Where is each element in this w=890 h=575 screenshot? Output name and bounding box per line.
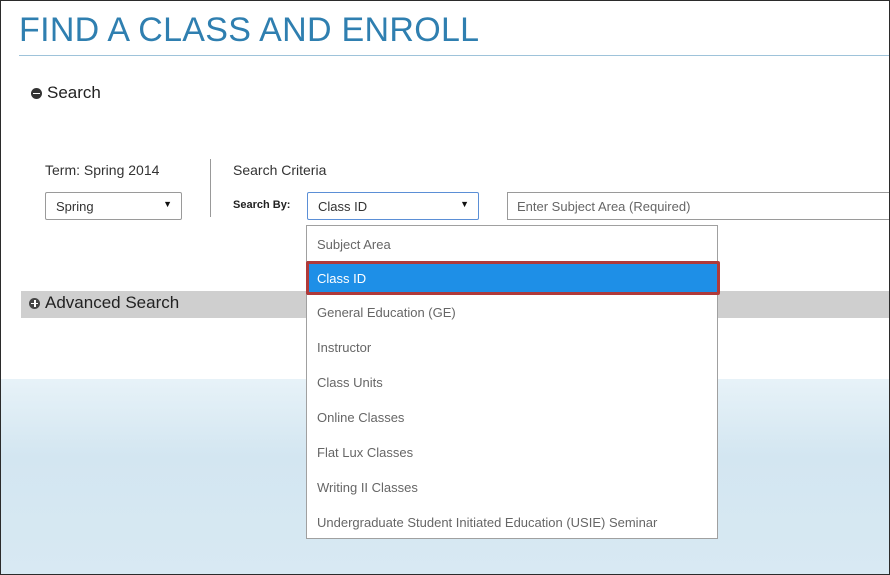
dropdown-option-usie-seminar[interactable]: Undergraduate Student Initiated Educatio… xyxy=(307,505,717,539)
advanced-search-label: Advanced Search xyxy=(45,293,180,312)
dropdown-option-instructor[interactable]: Instructor xyxy=(307,330,717,364)
page-title: FIND A CLASS AND ENROLL xyxy=(19,11,480,49)
title-divider xyxy=(19,55,889,56)
vertical-divider xyxy=(210,159,211,217)
caret-down-icon: ▼ xyxy=(460,199,469,209)
dropdown-option-flat-lux[interactable]: Flat Lux Classes xyxy=(307,435,717,469)
term-select[interactable]: Spring ▼ xyxy=(45,192,182,220)
annotation-highlight-box xyxy=(306,261,720,295)
search-section-label: Search xyxy=(47,83,101,102)
search-by-select[interactable]: Class ID ▼ xyxy=(307,192,479,220)
dropdown-option-label: Class ID xyxy=(317,270,367,286)
minus-circle-icon xyxy=(31,87,42,99)
dropdown-option-class-id[interactable]: Class ID xyxy=(306,261,720,295)
dropdown-option-subject-area[interactable]: Subject Area xyxy=(307,227,717,261)
dropdown-option-class-units[interactable]: Class Units xyxy=(307,365,717,399)
subject-area-input[interactable] xyxy=(507,192,889,220)
app-frame: FIND A CLASS AND ENROLL Search Term: Spr… xyxy=(0,0,890,575)
dropdown-option-online-classes[interactable]: Online Classes xyxy=(307,400,717,434)
search-by-label: Search By: xyxy=(233,199,291,211)
term-select-value: Spring xyxy=(56,198,94,214)
term-label: Term: Spring 2014 xyxy=(45,162,160,178)
advanced-search-toggle[interactable]: Advanced Search xyxy=(29,293,179,313)
dropdown-option-general-education[interactable]: General Education (GE) xyxy=(307,295,717,329)
search-by-select-value: Class ID xyxy=(318,198,368,214)
search-criteria-label: Search Criteria xyxy=(233,162,327,178)
search-section-toggle[interactable]: Search xyxy=(31,83,101,103)
dropdown-option-writing-ii[interactable]: Writing II Classes xyxy=(307,470,717,504)
plus-circle-icon xyxy=(29,297,40,309)
caret-down-icon: ▼ xyxy=(163,199,172,209)
search-by-dropdown-list[interactable]: Subject Area Class ID General Education … xyxy=(306,225,720,539)
